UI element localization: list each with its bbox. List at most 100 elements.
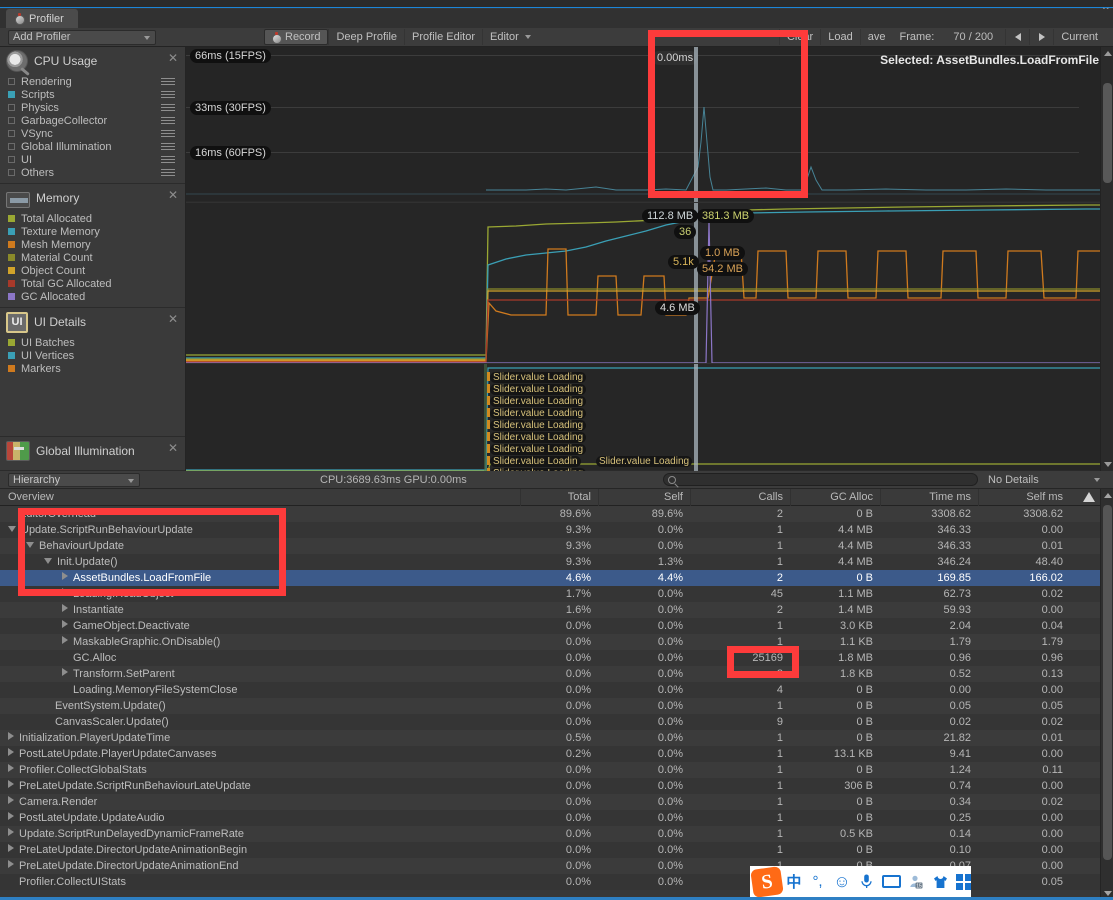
table-row[interactable]: AssetBundles.LoadFromFile 4.6% 4.4% 2 0 B 169… xyxy=(0,570,1113,586)
ime-language-toggle[interactable]: 中 xyxy=(786,871,802,892)
chevron-right-icon[interactable] xyxy=(62,572,68,580)
scrollbar-thumb[interactable] xyxy=(1103,505,1112,860)
profiler-table[interactable]: EditorOverhead 89.6% 89.6% 2 0 B 3308.62 3308.… xyxy=(0,506,1113,900)
module-global-illumination[interactable]: Global Illumination ✕ xyxy=(0,437,185,471)
table-row[interactable]: Profiler.CollectGlobalStats 0.0% 0.0% 1 0 B 1… xyxy=(0,762,1113,778)
current-frame-button[interactable]: Current xyxy=(1053,29,1105,45)
column-header-self[interactable]: Self xyxy=(598,489,690,506)
legend-item[interactable]: UI Vertices xyxy=(8,349,179,362)
column-header-self-ms[interactable]: Self ms xyxy=(978,489,1070,506)
chevron-right-icon[interactable] xyxy=(62,588,68,596)
module-memory[interactable]: Memory ✕ Total Allocated Texture Memory … xyxy=(0,184,185,308)
keyboard-icon[interactable] xyxy=(882,875,901,888)
column-header-gc-alloc[interactable]: GC Alloc xyxy=(790,489,880,506)
table-row[interactable]: Update.ScriptRunDelayedDynamicFrameRate 0… xyxy=(0,826,1113,842)
chevron-right-icon[interactable] xyxy=(62,620,68,628)
chevron-right-icon[interactable] xyxy=(8,844,14,852)
scroll-down-icon[interactable] xyxy=(1104,462,1112,467)
sogou-logo-icon[interactable]: S xyxy=(750,866,784,898)
record-button[interactable]: Record xyxy=(264,29,329,45)
table-row[interactable]: EventSystem.Update() 0.0% 0.0% 1 0 B 0.05 0.05 xyxy=(0,698,1113,714)
legend-item[interactable]: Physics xyxy=(8,101,179,114)
chevron-right-icon[interactable] xyxy=(62,604,68,612)
legend-item[interactable]: Mesh Memory xyxy=(8,238,179,251)
table-row[interactable]: Initialization.PlayerUpdateTime 0.5% 0.0% 1… xyxy=(0,730,1113,746)
prev-frame-button[interactable] xyxy=(1005,29,1029,45)
chevron-right-icon[interactable] xyxy=(62,668,68,676)
table-row[interactable]: PostLateUpdate.PlayerUpdateCanvases 0.2% 0… xyxy=(0,746,1113,762)
table-row[interactable]: Update.ScriptRunBehaviourUpdate 9.3% 0.0% 1… xyxy=(0,522,1113,538)
module-gi-header[interactable]: Global Illumination ✕ xyxy=(0,437,185,465)
table-row[interactable]: Loading.MemoryFileSystemClose 0.0% 0.0% 4 0 … xyxy=(0,682,1113,698)
drag-handle[interactable] xyxy=(161,143,175,150)
sort-ascending-icon[interactable] xyxy=(1083,492,1095,502)
drag-handle[interactable] xyxy=(161,91,175,98)
table-row[interactable]: GC.Alloc 0.0% 0.0% 25169 1.8 MB 0.96 0.96 xyxy=(0,650,1113,666)
module-ui-details[interactable]: UI UI Details ✕ UI Batches UI Vertices M… xyxy=(0,308,185,437)
emoji-icon[interactable]: ☺ xyxy=(833,872,850,892)
legend-item[interactable]: GarbageCollector xyxy=(8,114,179,127)
drag-handle[interactable] xyxy=(161,117,175,124)
clear-button[interactable]: Clear xyxy=(778,29,820,45)
column-header-time-ms[interactable]: Time ms xyxy=(880,489,978,506)
table-scrollbar[interactable] xyxy=(1100,489,1113,900)
chevron-right-icon[interactable] xyxy=(8,780,14,788)
table-row[interactable]: Transform.SetParent 0.0% 0.0% 2 1.8 KB 0.52 0.… xyxy=(0,666,1113,682)
ui-details-graph[interactable]: Slider.value Loading Slider.value Loadin… xyxy=(186,364,1113,471)
legend-item[interactable]: Material Count xyxy=(8,251,179,264)
memory-graph[interactable]: 112.8 MB 381.3 MB 36 5.1k 1.0 MB 54.2 MB… xyxy=(186,203,1113,363)
chevron-down-icon[interactable] xyxy=(26,542,34,548)
chevron-right-icon[interactable] xyxy=(8,812,14,820)
table-row[interactable]: PreLateUpdate.ScriptRunBehaviourLateUpda… xyxy=(0,778,1113,794)
module-cpu-usage[interactable]: CPU Usage ✕ Rendering Scripts Physics Ga… xyxy=(0,47,185,184)
load-button[interactable]: Load xyxy=(820,29,859,45)
table-row[interactable]: MaskableGraphic.OnDisable() 0.0% 0.0% 1 1.1 … xyxy=(0,634,1113,650)
drag-handle[interactable] xyxy=(161,78,175,85)
legend-item[interactable]: UI Batches xyxy=(8,336,179,349)
chevron-right-icon[interactable] xyxy=(8,860,14,868)
cpu-usage-graph[interactable]: 66ms (15FPS) 33ms (30FPS) 16ms (60FPS) 0… xyxy=(186,47,1113,202)
chevron-right-icon[interactable] xyxy=(8,748,14,756)
legend-item[interactable]: VSync xyxy=(8,127,179,140)
tab-profiler[interactable]: Profiler xyxy=(6,9,78,28)
legend-item[interactable]: Total GC Allocated xyxy=(8,277,179,290)
table-row[interactable]: Instantiate 1.6% 0.0% 2 1.4 MB 59.93 0.00 xyxy=(0,602,1113,618)
table-row[interactable]: Loading.ReadObject 1.7% 0.0% 45 1.1 MB 62.73 0… xyxy=(0,586,1113,602)
apps-icon[interactable] xyxy=(956,873,971,890)
add-profiler-dropdown[interactable]: Add Profiler xyxy=(8,29,156,45)
column-header-calls[interactable]: Calls xyxy=(690,489,790,506)
legend-item[interactable]: Scripts xyxy=(8,88,179,101)
legend-item[interactable]: Markers xyxy=(8,362,179,375)
module-memory-header[interactable]: Memory ✕ xyxy=(0,184,185,212)
drag-handle[interactable] xyxy=(161,104,175,111)
legend-item[interactable]: Texture Memory xyxy=(8,225,179,238)
legend-item[interactable]: Object Count xyxy=(8,264,179,277)
graph-area[interactable]: 66ms (15FPS) 33ms (30FPS) 16ms (60FPS) 0… xyxy=(186,47,1113,471)
ime-toolbar[interactable]: S 中 °, ☺ 15 xyxy=(750,866,971,898)
shirt-icon[interactable] xyxy=(933,875,949,889)
details-mode-dropdown[interactable]: No Details xyxy=(984,472,1106,487)
chevron-right-icon[interactable] xyxy=(8,732,14,740)
chevron-right-icon[interactable] xyxy=(8,828,14,836)
legend-item[interactable]: GC Allocated xyxy=(8,290,179,303)
user-icon[interactable]: 15 xyxy=(909,875,925,889)
chevron-right-icon[interactable] xyxy=(8,764,14,772)
close-icon[interactable]: ✕ xyxy=(168,313,178,325)
legend-item[interactable]: Global Illumination xyxy=(8,140,179,153)
cpu-playhead[interactable] xyxy=(694,47,698,202)
chevron-down-icon[interactable] xyxy=(8,526,16,532)
search-field[interactable] xyxy=(680,473,960,486)
close-icon[interactable]: ✕ xyxy=(168,189,178,201)
save-button[interactable]: ave xyxy=(859,29,893,45)
profile-editor-button[interactable]: Profile Editor xyxy=(404,29,482,45)
mic-icon[interactable] xyxy=(858,874,874,889)
drag-handle[interactable] xyxy=(161,169,175,176)
table-row[interactable]: Init.Update() 9.3% 1.3% 1 4.4 MB 346.24 48.40 xyxy=(0,554,1113,570)
legend-item[interactable]: Total Allocated xyxy=(8,212,179,225)
ui-playhead[interactable] xyxy=(694,364,698,471)
drag-handle[interactable] xyxy=(161,130,175,137)
table-row[interactable]: GameObject.Deactivate 0.0% 0.0% 1 3.0 KB 2.04… xyxy=(0,618,1113,634)
table-row[interactable]: CanvasScaler.Update() 0.0% 0.0% 9 0 B 0.02 0.0… xyxy=(0,714,1113,730)
legend-item[interactable]: Rendering xyxy=(8,75,179,88)
table-row[interactable]: PreLateUpdate.DirectorUpdateAnimationBeg… xyxy=(0,842,1113,858)
